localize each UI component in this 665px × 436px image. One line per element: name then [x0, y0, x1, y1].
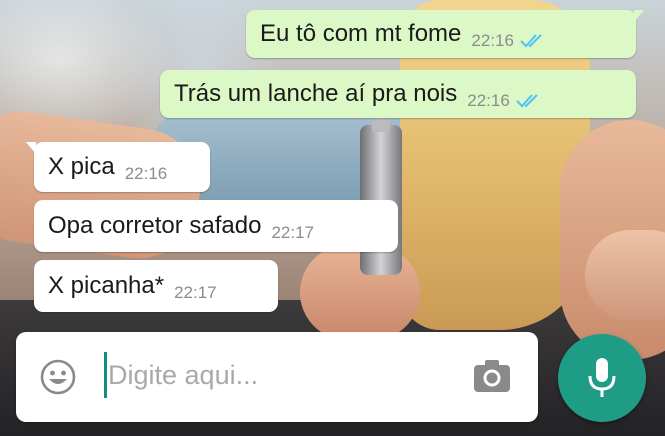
text-cursor [104, 352, 107, 398]
message-incoming[interactable]: X picanha* 22:17 [34, 260, 278, 312]
message-text: X pica [48, 153, 115, 180]
message-meta: 22:17 [271, 223, 314, 243]
message-time: 22:17 [271, 223, 314, 242]
message-incoming[interactable]: X pica 22:16 [26, 142, 210, 192]
message-time: 22:16 [467, 91, 510, 110]
message-text: Trás um lanche aí pra nois [174, 80, 458, 107]
message-text: X picanha* [48, 272, 165, 299]
camera-icon[interactable] [472, 356, 512, 396]
wallpaper-hand-right [585, 230, 665, 320]
message-time: 22:17 [174, 283, 217, 302]
message-input[interactable]: Digite aqui... [108, 360, 258, 391]
message-outgoing[interactable]: Trás um lanche aí pra nois 22:16 [160, 70, 636, 118]
message-time: 22:16 [471, 31, 514, 50]
double-check-icon [516, 94, 538, 108]
double-check-icon [520, 34, 542, 48]
microphone-button[interactable] [558, 334, 646, 422]
message-incoming[interactable]: Opa corretor safado 22:17 [34, 200, 398, 252]
bubble-tail [26, 142, 36, 154]
emoji-icon[interactable] [40, 359, 76, 395]
wallpaper-vape-top [372, 118, 390, 132]
bubble-tail [634, 10, 644, 22]
message-text: Opa corretor safado [48, 212, 262, 239]
microphone-icon [588, 358, 616, 397]
message-composer[interactable]: Digite aqui... [16, 332, 538, 422]
message-meta: 22:16 [125, 164, 168, 184]
message-meta: 22:17 [174, 283, 217, 303]
message-outgoing[interactable]: Eu tô com mt fome 22:16 [246, 10, 644, 58]
message-time: 22:16 [124, 164, 168, 183]
message-meta: 22:16 [467, 91, 542, 111]
message-meta: 22:16 [471, 31, 546, 51]
message-text: Eu tô com mt fome [260, 20, 462, 47]
